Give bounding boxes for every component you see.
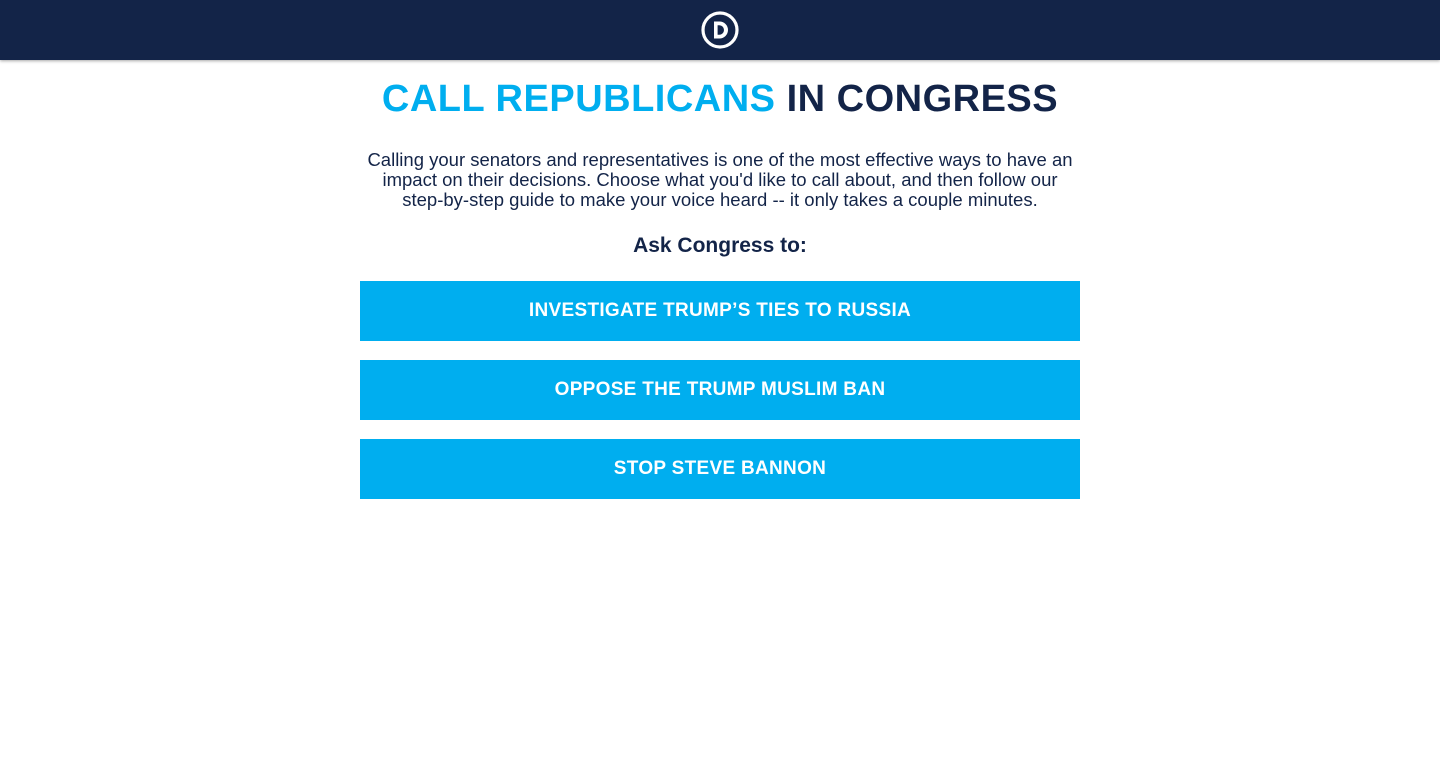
oppose-muslim-ban-button[interactable]: OPPOSE THE TRUMP MUSLIM BAN xyxy=(360,360,1080,420)
stop-steve-bannon-button[interactable]: STOP STEVE BANNON xyxy=(360,439,1080,499)
investigate-russia-ties-button[interactable]: INVESTIGATE TRUMP’S TIES TO RUSSIA xyxy=(360,281,1080,341)
action-button-list: INVESTIGATE TRUMP’S TIES TO RUSSIA OPPOS… xyxy=(360,281,1080,499)
action-button-label: STOP STEVE BANNON xyxy=(613,458,827,479)
action-button-label: OPPOSE THE TRUMP MUSLIM BAN xyxy=(554,379,886,400)
page-title-rest: IN CONGRESS xyxy=(775,78,1059,120)
page-title-accent: CALL REPUBLICANS xyxy=(381,78,776,120)
top-header-bar xyxy=(0,0,1440,60)
ask-congress-heading: Ask Congress to: xyxy=(633,234,807,257)
dnc-d-logo-icon xyxy=(701,11,739,49)
home-logo-link[interactable] xyxy=(701,11,739,49)
action-button-label: INVESTIGATE TRUMP’S TIES TO RUSSIA xyxy=(528,300,912,321)
main-content: CALL REPUBLICANS IN CONGRESS Calling you… xyxy=(360,60,1080,518)
page-title: CALL REPUBLICANS IN CONGRESS xyxy=(360,77,1080,121)
intro-paragraph: Calling your senators and representative… xyxy=(367,149,1073,210)
